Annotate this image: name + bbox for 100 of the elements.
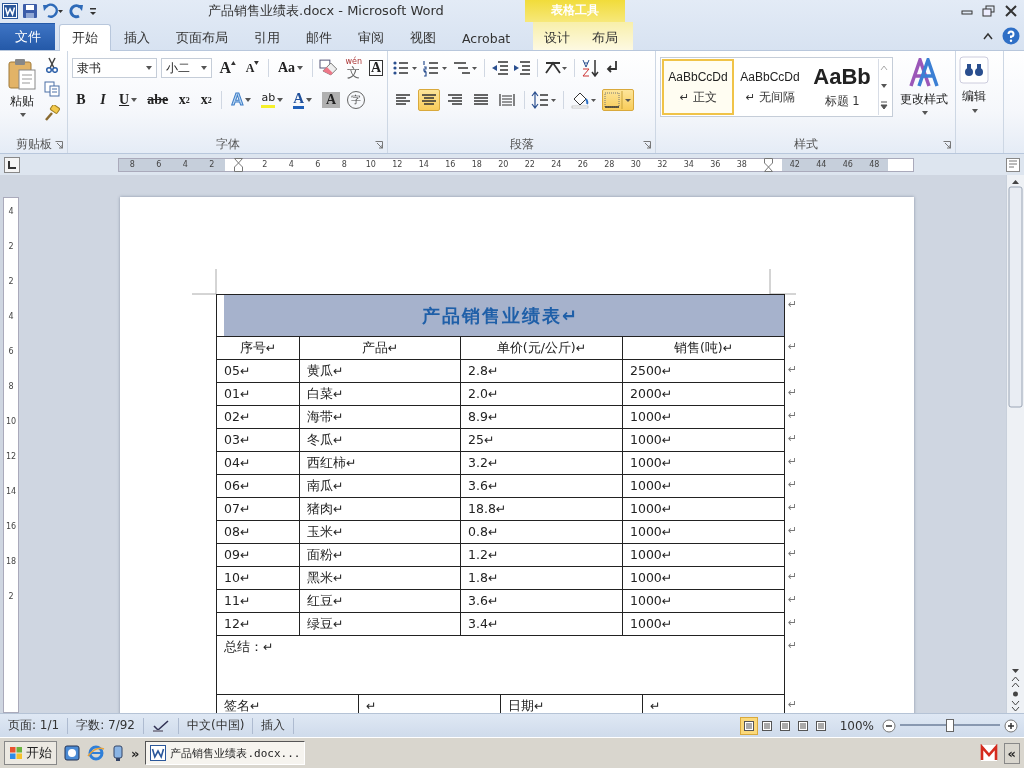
vertical-scrollbar[interactable] (1006, 175, 1024, 714)
tab-selector[interactable] (4, 156, 20, 173)
gallery-scroll[interactable] (878, 59, 891, 115)
zoom-out-icon[interactable] (882, 718, 896, 733)
ribbon-tab[interactable]: Acrobat (449, 25, 524, 50)
ribbon-tab[interactable]: 布局 (581, 25, 630, 50)
ribbon-tab[interactable]: 审阅 (345, 25, 397, 50)
font-name-field[interactable]: 隶书 (72, 58, 157, 78)
character-shading-button[interactable]: A (322, 92, 340, 108)
change-case-button[interactable]: Aa (275, 57, 306, 79)
ruler-number: 38 (735, 158, 748, 171)
taskbar-item[interactable]: 产品销售业绩表.docx... (145, 741, 306, 766)
table-title: 产品销售业绩表↵ (216, 294, 785, 338)
ruler-number: 36 (709, 158, 722, 171)
underline-button[interactable]: U (116, 89, 141, 111)
redo-icon[interactable] (68, 3, 84, 19)
ribbon-tab[interactable]: 设计 (533, 25, 582, 50)
font-color-button[interactable]: A (290, 89, 315, 111)
flag-icon (9, 746, 23, 761)
ruler-number: 4 (172, 158, 199, 171)
close-icon[interactable] (1004, 5, 1018, 17)
numbering-icon[interactable] (422, 59, 448, 77)
copy-icon[interactable] (44, 81, 60, 97)
start-button[interactable]: 开始 (4, 741, 57, 766)
scissors-icon[interactable] (44, 57, 60, 73)
word-logo-icon[interactable] (2, 3, 18, 19)
undo-icon[interactable] (42, 3, 64, 19)
dialog-launcher-icon[interactable] (375, 140, 383, 149)
ruler-number: 2 (8, 276, 14, 289)
ruler-number: 12 (5, 451, 17, 464)
ruler-number: 4 (8, 311, 14, 324)
caret-icon (20, 113, 26, 117)
bullets-icon[interactable] (392, 59, 418, 77)
highlight-button[interactable]: ab (258, 89, 287, 111)
borders-button[interactable] (602, 89, 634, 111)
restore-icon[interactable] (982, 5, 996, 17)
shrink-font-button[interactable]: A (242, 57, 263, 79)
browser-icon[interactable] (87, 744, 105, 763)
ribbon-tab[interactable]: 文件 (0, 23, 55, 50)
clear-formatting-icon[interactable] (318, 59, 339, 77)
zoom-thumb[interactable] (946, 719, 954, 733)
tray-app-icon[interactable] (979, 744, 998, 763)
group-label: 段落 (509, 136, 534, 152)
phonetic-guide-button[interactable]: wén 文 (342, 57, 365, 79)
language-indicator[interactable]: 中文(中国) (179, 717, 254, 734)
font-size-field[interactable]: 小二 (160, 58, 213, 78)
ruler-number: 30 (629, 158, 642, 171)
editing-button[interactable]: 编辑 (958, 55, 990, 149)
style-item[interactable]: AaBbCcDd ↵ 无间隔 (734, 59, 806, 115)
ruler-number: 8 (119, 158, 146, 171)
ruler-number: 24 (550, 158, 563, 171)
page-icon (742, 719, 755, 732)
more-button[interactable]: » (131, 745, 140, 761)
ribbon-tab[interactable]: 开始 (59, 24, 111, 51)
view-button[interactable] (739, 716, 758, 735)
ribbon-tab[interactable]: 邮件 (293, 25, 345, 50)
help-icon[interactable] (1002, 27, 1020, 45)
dialog-launcher-icon[interactable] (943, 140, 951, 149)
insert-mode[interactable]: 插入 (253, 717, 295, 734)
ribbon-tab[interactable]: 插入 (111, 25, 163, 50)
paint-bucket-icon[interactable] (570, 91, 598, 109)
zoom-level[interactable]: 100% (829, 718, 882, 733)
ribbon-tab[interactable]: 页面布局 (163, 25, 241, 50)
line-spacing-icon[interactable] (531, 91, 557, 109)
bold-button[interactable]: B (72, 89, 90, 111)
ruler-number: 48 (861, 158, 888, 171)
multilevel-list-icon[interactable] (452, 59, 478, 77)
collapse-ribbon-icon[interactable] (982, 31, 994, 41)
paste-button[interactable]: 粘贴 (4, 55, 40, 136)
style-item[interactable]: AaBb 标题 1 (806, 59, 878, 115)
summary-cell: 总结：↵ (216, 635, 785, 696)
ribbon-tab[interactable]: 引用 (241, 25, 293, 50)
character-border-button[interactable]: A (368, 60, 383, 76)
view-ruler-icon[interactable] (1006, 157, 1020, 172)
media-icon[interactable] (111, 744, 125, 763)
decrease-indent-icon[interactable] (491, 59, 509, 77)
ribbon-tab[interactable]: 视图 (397, 25, 449, 50)
context-tab-header: 表格工具 (525, 0, 625, 22)
show-tray-button[interactable]: « (1003, 742, 1020, 764)
grow-font-button[interactable]: A (216, 57, 239, 79)
page-count[interactable]: 页面: 1/1 (6, 717, 69, 734)
margin-marker-icon[interactable] (763, 157, 773, 172)
sort-icon[interactable] (581, 59, 601, 77)
strikethrough-button[interactable]: abe (144, 89, 172, 111)
save-icon[interactable] (22, 3, 38, 19)
format-painter-icon[interactable] (44, 105, 60, 121)
dialog-launcher-icon[interactable] (55, 140, 63, 149)
desktop-icon[interactable] (63, 744, 81, 763)
italic-button[interactable]: I (94, 89, 112, 111)
proofing-icon[interactable] (152, 718, 170, 733)
style-item[interactable]: AaBbCcDd ↵ 正文 (662, 59, 734, 115)
caret-icon (297, 66, 304, 70)
dialog-launcher-icon[interactable] (643, 140, 651, 149)
margin-marker-icon[interactable] (233, 157, 243, 172)
word-count[interactable]: 字数: 7/92 (68, 717, 144, 734)
change-styles-button[interactable]: 更改样式 (899, 57, 949, 136)
increase-indent-icon[interactable] (513, 59, 531, 77)
ruler-number: 12 (391, 158, 404, 171)
zoom-in-icon[interactable] (1004, 718, 1018, 733)
alignment-button[interactable] (418, 89, 440, 111)
